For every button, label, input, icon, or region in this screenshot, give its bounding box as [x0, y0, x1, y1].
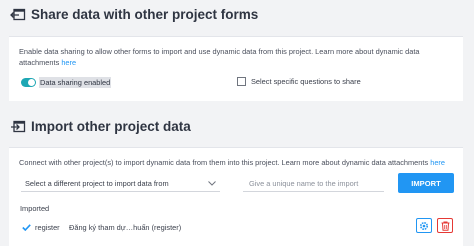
- import-section-title: Import other project data: [10, 119, 191, 134]
- import-panel: Connect with other project(s) to import …: [9, 147, 463, 246]
- select-specific-questions-row: Select specific questions to share: [237, 77, 361, 86]
- imported-item-settings-button[interactable]: [416, 218, 432, 233]
- share-section-title: Share data with other project forms: [10, 7, 258, 22]
- imported-item-delete-button[interactable]: [437, 218, 453, 233]
- import-learn-more-link[interactable]: here: [430, 158, 445, 167]
- gear-icon: [419, 221, 429, 230]
- imported-item-row: register Đăng ký tham dự…huấn (register): [22, 219, 454, 235]
- imported-item-source: Đăng ký tham dự…huấn (register): [69, 222, 182, 232]
- checkmark-icon: [22, 223, 31, 231]
- chevron-down-icon: [208, 181, 216, 186]
- select-specific-questions-label: Select specific questions to share: [251, 77, 361, 86]
- share-learn-more-link[interactable]: here: [61, 58, 76, 67]
- import-name-input[interactable]: Give a unique name to the import: [243, 176, 384, 192]
- share-panel: Enable data sharing to allow other forms…: [9, 36, 463, 101]
- imported-item-name: register: [35, 222, 60, 232]
- import-description: Connect with other project(s) to import …: [19, 158, 445, 167]
- import-button[interactable]: IMPORT: [398, 173, 454, 193]
- select-specific-questions-checkbox[interactable]: [237, 77, 246, 86]
- data-sharing-toggle-row: Data sharing enabled: [21, 77, 112, 88]
- share-description: Enable data sharing to allow other forms…: [19, 47, 420, 67]
- share-title-text: Share data with other project forms: [31, 7, 259, 22]
- project-select[interactable]: Select a different project to import dat…: [21, 176, 220, 192]
- data-sharing-toggle[interactable]: [21, 78, 36, 87]
- import-icon: [11, 120, 26, 133]
- import-title-text: Import other project data: [31, 119, 191, 134]
- data-sharing-toggle-label: Data sharing enabled: [39, 77, 112, 88]
- trash-icon: [441, 221, 449, 231]
- share-icon: [10, 8, 26, 21]
- project-select-value: Select a different project to import dat…: [25, 179, 169, 188]
- imported-heading: Imported: [20, 204, 50, 213]
